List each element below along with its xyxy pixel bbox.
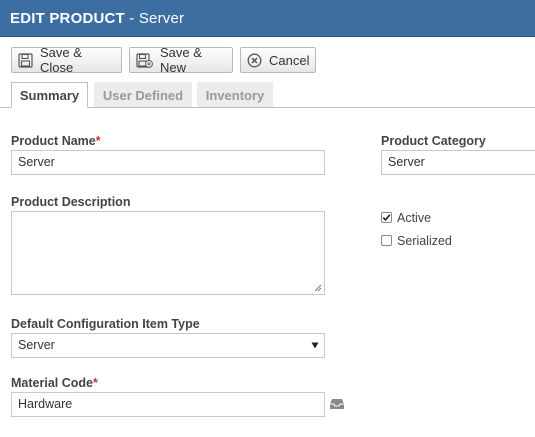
material-code-label: Material Code* xyxy=(11,376,98,390)
floppy-disk-plus-icon xyxy=(136,52,153,68)
window-titlebar: EDIT PRODUCT - Server xyxy=(0,0,535,37)
inbox-tray-icon[interactable] xyxy=(329,398,345,410)
tab-inventory[interactable]: Inventory xyxy=(197,82,273,107)
tab-summary-label: Summary xyxy=(19,87,80,103)
active-label: Active xyxy=(397,211,432,225)
product-description-textarea[interactable] xyxy=(11,211,325,295)
tab-user-defined-label: User Defined xyxy=(102,87,184,103)
product-name-field[interactable]: Server xyxy=(11,150,325,175)
checkmark-icon xyxy=(382,214,391,222)
chevron-down-icon xyxy=(311,342,319,349)
save-close-button[interactable]: Save & Close xyxy=(11,45,122,75)
cancel-label: Cancel xyxy=(269,52,310,68)
product-category-label: Product Category xyxy=(381,134,486,148)
required-marker: * xyxy=(95,134,101,148)
cancel-circle-icon xyxy=(247,53,262,67)
window-title: EDIT PRODUCT - Server xyxy=(10,10,184,27)
save-new-button[interactable]: Save & New xyxy=(129,45,233,75)
save-new-label: Save & New xyxy=(160,45,202,75)
material-code-value: Hardware xyxy=(18,397,73,411)
serialized-label: Serialized xyxy=(397,234,452,248)
window-title-prefix: EDIT PRODUCT xyxy=(10,10,125,27)
material-code-label-text: Material Code xyxy=(11,376,93,390)
cancel-button[interactable]: Cancel xyxy=(240,47,316,73)
required-marker: * xyxy=(92,376,98,390)
product-name-value: Server xyxy=(18,155,55,169)
tab-user-defined[interactable]: User Defined xyxy=(94,82,192,107)
serialized-checkbox[interactable] xyxy=(381,235,392,246)
config-item-type-label: Default Configuration Item Type xyxy=(11,317,200,331)
resize-handle-icon[interactable] xyxy=(314,284,322,292)
active-checkbox[interactable] xyxy=(381,212,392,223)
config-item-type-value: Server xyxy=(18,338,55,352)
tab-summary[interactable]: Summary xyxy=(11,82,88,108)
save-close-label: Save & Close xyxy=(40,45,82,75)
product-category-field[interactable]: Server xyxy=(381,150,535,175)
product-name-label-text: Product Name xyxy=(11,134,96,148)
tab-inventory-label: Inventory xyxy=(205,87,265,103)
config-item-type-select[interactable]: Server xyxy=(11,333,325,358)
material-code-field[interactable]: Hardware xyxy=(11,392,325,417)
product-description-label: Product Description xyxy=(11,195,131,209)
window-title-suffix: - Server xyxy=(124,10,185,27)
floppy-disk-icon xyxy=(18,52,33,68)
product-category-value: Server xyxy=(388,155,425,169)
product-name-label: Product Name* xyxy=(11,134,101,148)
